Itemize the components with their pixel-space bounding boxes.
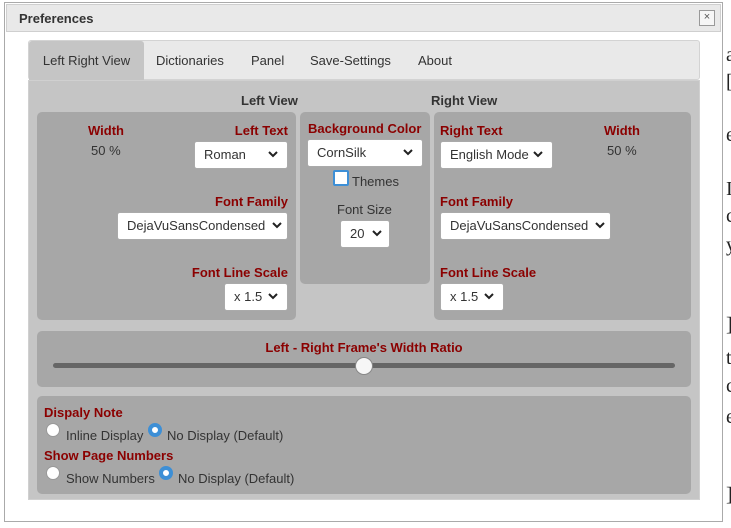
edge-glyph: t xyxy=(726,347,731,369)
left-font-family-select[interactable]: DejaVuSansCondensed xyxy=(117,212,288,240)
left-view-heading: Left View xyxy=(241,93,298,108)
left-line-scale-select[interactable]: x 1.5 xyxy=(224,283,288,311)
background-color-select[interactable]: CornSilk xyxy=(307,139,423,167)
left-width-value: 50 % xyxy=(91,143,121,158)
edge-glyph: e xyxy=(726,406,731,428)
tab-save-settings[interactable]: Save-Settings xyxy=(310,41,391,80)
right-view-heading: Right View xyxy=(431,93,498,108)
tab-dictionaries[interactable]: Dictionaries xyxy=(156,41,224,80)
inline-display-label: Inline Display xyxy=(66,428,144,443)
font-size-select[interactable]: 20 xyxy=(340,220,390,248)
tab-about[interactable]: About xyxy=(418,41,452,80)
font-size-select-value: 20 xyxy=(350,226,365,241)
dialog-titlebar[interactable]: Preferences × xyxy=(6,4,721,32)
left-text-select[interactable]: Roman xyxy=(194,141,288,169)
chevron-down-icon xyxy=(271,219,283,231)
background-color-select-value: CornSilk xyxy=(317,145,367,160)
right-font-family-label: Font Family xyxy=(440,194,513,209)
no-display-note-radio[interactable] xyxy=(148,423,162,437)
right-width-value: 50 % xyxy=(607,143,637,158)
edge-glyph: c xyxy=(726,205,731,227)
dialog-title: Preferences xyxy=(19,11,94,26)
left-line-scale-select-value: x 1.5 xyxy=(234,289,263,304)
right-text-label: Right Text xyxy=(440,123,503,138)
width-ratio-label: Left - Right Frame's Width Ratio xyxy=(265,340,463,355)
left-right-view-panel: Left View Right View Width 50 % Left Tex… xyxy=(28,80,700,500)
chevron-down-icon xyxy=(532,148,544,160)
left-text-select-value: Roman xyxy=(204,147,246,162)
right-text-select-value: English Mode xyxy=(450,147,529,162)
chevron-down-icon xyxy=(402,146,414,158)
edge-glyph: [ xyxy=(726,71,731,94)
chevron-down-icon xyxy=(371,227,383,239)
left-width-label: Width xyxy=(88,123,124,138)
preferences-dialog: Preferences × Left Right View Dictionari… xyxy=(4,2,723,522)
left-font-family-label: Font Family xyxy=(215,194,288,209)
tab-left-right-view[interactable]: Left Right View xyxy=(29,41,144,80)
display-options-box: Dispaly Note Inline Display No Display (… xyxy=(37,396,691,494)
tab-panel[interactable]: Panel xyxy=(251,41,284,80)
background-color-label: Background Color xyxy=(308,121,422,136)
edge-glyph: ] xyxy=(726,484,731,507)
themes-checkbox[interactable] xyxy=(333,170,349,186)
center-settings-box: Background Color CornSilk Themes Font Si… xyxy=(300,112,430,284)
show-numbers-radio[interactable] xyxy=(46,466,60,480)
background-page-text: a [ e I c y ] t c e ] xyxy=(726,0,731,528)
themes-label: Themes xyxy=(352,174,399,189)
left-view-box: Width 50 % Left Text Roman Font Family D… xyxy=(37,112,296,320)
chevron-down-icon xyxy=(483,290,495,302)
right-line-scale-select[interactable]: x 1.5 xyxy=(440,283,504,311)
inline-display-radio[interactable] xyxy=(46,423,60,437)
edge-glyph: e xyxy=(726,124,731,146)
no-display-page-numbers-radio[interactable] xyxy=(159,466,173,480)
edge-glyph: c xyxy=(726,375,731,397)
edge-glyph: ] xyxy=(726,314,731,337)
right-text-select[interactable]: English Mode xyxy=(440,141,553,169)
show-page-numbers-label: Show Page Numbers xyxy=(44,448,174,463)
edge-glyph: y xyxy=(726,234,731,256)
width-ratio-box: Left - Right Frame's Width Ratio xyxy=(37,331,691,387)
chevron-down-icon xyxy=(594,219,606,231)
width-ratio-slider-handle[interactable] xyxy=(355,357,373,375)
show-numbers-label: Show Numbers xyxy=(66,471,155,486)
edge-glyph: I xyxy=(726,178,731,200)
chevron-down-icon xyxy=(267,290,279,302)
right-view-box: Right Text English Mode Width 50 % Font … xyxy=(434,112,691,320)
right-font-family-select[interactable]: DejaVuSansCondensed xyxy=(440,212,611,240)
right-line-scale-select-value: x 1.5 xyxy=(450,289,479,304)
font-size-label: Font Size xyxy=(337,202,392,217)
right-line-scale-label: Font Line Scale xyxy=(440,265,537,280)
tab-bar: Left Right View Dictionaries Panel Save-… xyxy=(28,40,700,80)
left-line-scale-label: Font Line Scale xyxy=(191,265,288,280)
right-width-label: Width xyxy=(604,123,640,138)
chevron-down-icon xyxy=(267,148,279,160)
left-font-family-select-value: DejaVuSansCondensed xyxy=(127,218,266,233)
no-display-note-label: No Display (Default) xyxy=(167,428,284,443)
edge-glyph: a xyxy=(726,44,731,66)
display-note-label: Dispaly Note xyxy=(44,405,123,420)
close-button[interactable]: × xyxy=(699,10,715,26)
no-display-page-numbers-label: No Display (Default) xyxy=(178,471,295,486)
right-font-family-select-value: DejaVuSansCondensed xyxy=(450,218,589,233)
left-text-label: Left Text xyxy=(234,123,288,138)
